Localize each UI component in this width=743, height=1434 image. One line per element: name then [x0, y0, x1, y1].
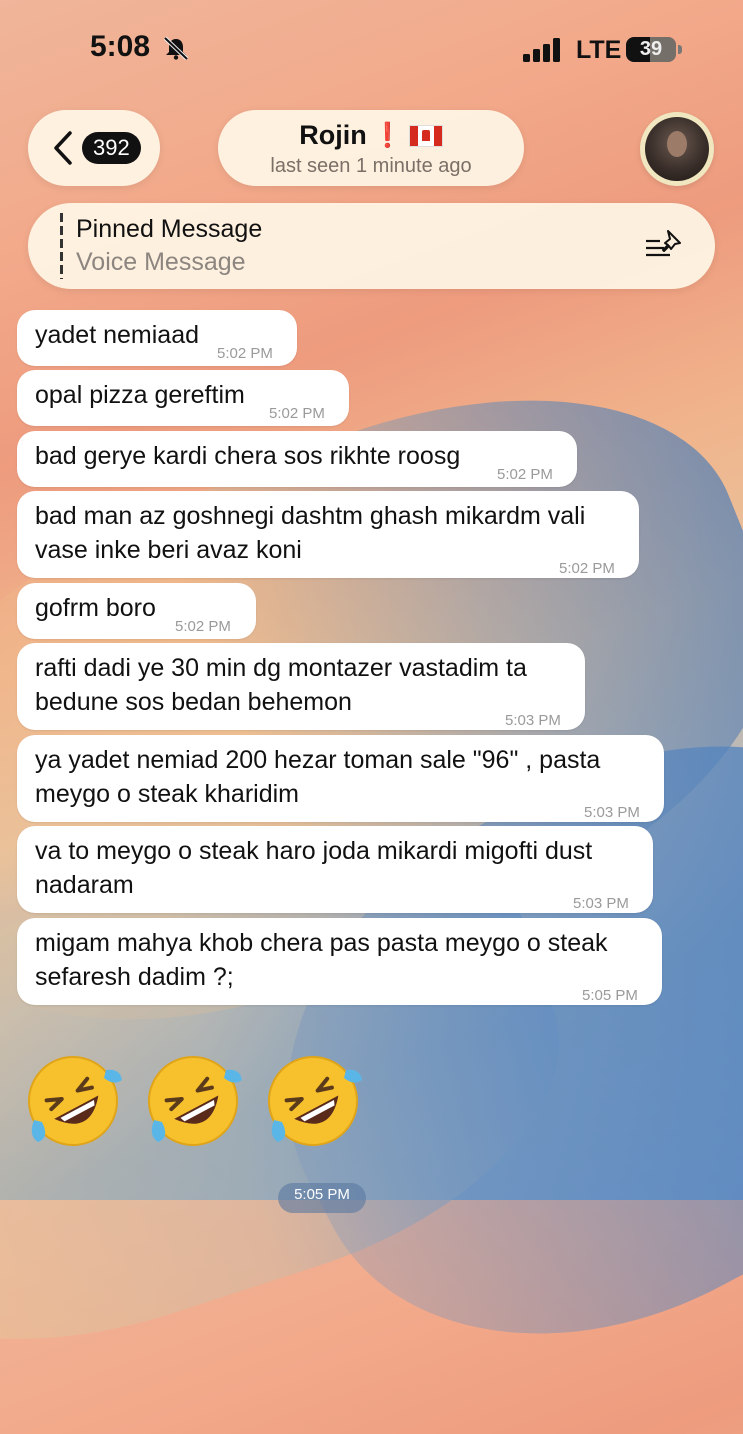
- message-text: yadet nemiaad: [35, 321, 200, 349]
- battery-tip: [678, 45, 682, 54]
- message-text: va to meygo o steak haro joda mikardi mi…: [35, 837, 593, 899]
- pinned-title: Pinned Message: [76, 215, 263, 243]
- message-text: bad gerye kardi chera sos rikhte roosg: [35, 442, 461, 470]
- message-text: migam mahya khob chera pas pasta meygo o…: [35, 929, 608, 991]
- message-text: gofrm boro: [35, 594, 156, 622]
- pinned-message-bar[interactable]: Pinned Message Voice Message: [28, 203, 715, 289]
- contact-emoji: ❗: [372, 122, 403, 149]
- network-type: LTE: [576, 36, 622, 64]
- message-bubble[interactable]: va to meygo o steak haro joda mikardi mi…: [17, 826, 653, 913]
- message-time: 5:02 PM: [175, 618, 231, 635]
- message-time: 5:02 PM: [497, 466, 553, 483]
- rolling-on-floor-laughing-icon: [28, 1056, 122, 1146]
- rolling-on-floor-laughing-icon: [268, 1056, 362, 1146]
- message-time: 5:03 PM: [573, 895, 629, 912]
- message-text: rafti dadi ye 30 min dg montazer vastadi…: [35, 654, 527, 716]
- message-time: 5:03 PM: [584, 804, 640, 821]
- chat-title[interactable]: Rojin ❗ last seen 1 minute ago: [218, 110, 524, 186]
- bell-muted-icon: [163, 36, 189, 60]
- message-time: 5:02 PM: [269, 405, 325, 422]
- message-bubble[interactable]: bad man az goshnegi dashtm ghash mikardm…: [17, 491, 639, 578]
- unread-count-badge: 392: [82, 132, 141, 164]
- message-bubble[interactable]: migam mahya khob chera pas pasta meygo o…: [17, 918, 662, 1005]
- message-bubble[interactable]: yadet nemiaad 5:02 PM: [17, 310, 297, 366]
- pinned-list-icon[interactable]: [644, 227, 684, 263]
- message-text: opal pizza gereftim: [35, 381, 245, 409]
- chevron-left-icon: [54, 131, 72, 165]
- message-bubble[interactable]: bad gerye kardi chera sos rikhte roosg 5…: [17, 431, 577, 487]
- emoji-message[interactable]: [20, 1048, 366, 1154]
- message-time: 5:03 PM: [505, 712, 561, 729]
- emoji-message-time: 5:05 PM: [278, 1183, 366, 1213]
- status-time: 5:08: [90, 30, 151, 63]
- message-time: 5:02 PM: [559, 560, 615, 577]
- contact-name: Rojin: [299, 120, 367, 150]
- message-time: 5:05 PM: [582, 987, 638, 1004]
- cellular-signal-icon: [523, 38, 560, 62]
- message-bubble[interactable]: gofrm boro 5:02 PM: [17, 583, 256, 639]
- message-bubble[interactable]: rafti dadi ye 30 min dg montazer vastadi…: [17, 643, 585, 730]
- canada-flag-icon: [408, 124, 443, 147]
- message-text: ya yadet nemiad 200 hezar toman sale "96…: [35, 746, 601, 808]
- battery-icon: 39: [626, 37, 676, 62]
- last-seen-status: last seen 1 minute ago: [270, 155, 472, 177]
- message-time: 5:02 PM: [217, 345, 273, 362]
- battery-level: 39: [639, 38, 663, 60]
- avatar[interactable]: [640, 112, 714, 186]
- message-text: bad man az goshnegi dashtm ghash mikardm…: [35, 502, 586, 564]
- message-bubble[interactable]: opal pizza gereftim 5:02 PM: [17, 370, 349, 426]
- pinned-indicator: [60, 213, 63, 279]
- rolling-on-floor-laughing-icon: [148, 1056, 242, 1146]
- back-button[interactable]: 392: [28, 110, 160, 186]
- status-bar: 5:08 LTE 39: [0, 0, 743, 100]
- pinned-subtitle: Voice Message: [76, 248, 246, 276]
- message-bubble[interactable]: ya yadet nemiad 200 hezar toman sale "96…: [17, 735, 664, 822]
